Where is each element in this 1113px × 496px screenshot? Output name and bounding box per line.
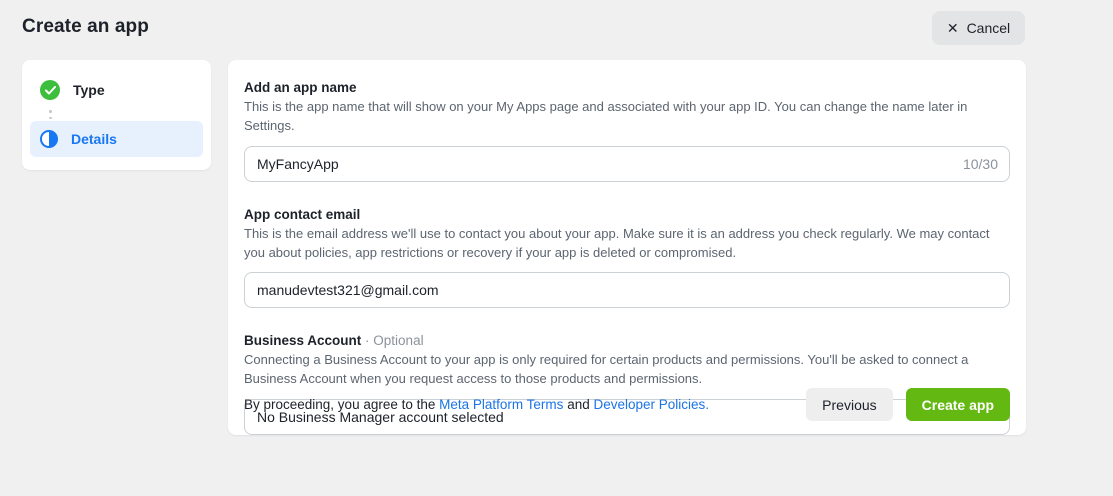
app-name-input[interactable] xyxy=(244,146,1010,182)
step-type[interactable]: Type xyxy=(30,72,203,108)
agreement-text: By proceeding, you agree to the Meta Pla… xyxy=(244,397,709,412)
contact-email-input-wrap xyxy=(244,272,1010,308)
app-name-input-wrap: 10/30 xyxy=(244,146,1010,182)
app-name-char-counter: 10/30 xyxy=(963,146,998,182)
developer-policies-link[interactable]: Developer Policies. xyxy=(593,397,709,412)
business-account-optional-label: · Optional xyxy=(365,333,424,348)
step-type-label: Type xyxy=(73,82,105,98)
contact-email-section: App contact email This is the email addr… xyxy=(244,207,1010,309)
business-account-label: Business Account · Optional xyxy=(244,333,1010,348)
close-icon: ✕ xyxy=(947,21,959,35)
app-name-description: This is the app name that will show on y… xyxy=(244,98,1010,136)
page-title: Create an app xyxy=(22,16,149,38)
half-circle-progress-icon xyxy=(40,130,58,148)
create-app-button[interactable]: Create app xyxy=(906,388,1010,421)
cancel-button[interactable]: ✕ Cancel xyxy=(932,11,1025,45)
previous-button[interactable]: Previous xyxy=(806,388,892,421)
app-name-section: Add an app name This is the app name tha… xyxy=(244,80,1010,182)
agreement-prefix: By proceeding, you agree to the xyxy=(244,397,439,412)
agreement-middle: and xyxy=(563,397,593,412)
meta-platform-terms-link[interactable]: Meta Platform Terms xyxy=(439,397,563,412)
cancel-button-label: Cancel xyxy=(967,20,1011,36)
contact-email-input[interactable] xyxy=(244,272,1010,308)
stepper-sidebar: Type Details xyxy=(22,60,211,170)
details-form-card: Add an app name This is the app name tha… xyxy=(228,60,1026,435)
contact-email-label: App contact email xyxy=(244,207,1010,222)
step-connector-dots xyxy=(49,108,203,121)
step-details-label: Details xyxy=(71,131,117,147)
step-details[interactable]: Details xyxy=(30,121,203,157)
create-app-page: Create an app ✕ Cancel Type Details Add … xyxy=(0,0,1113,496)
app-name-label: Add an app name xyxy=(244,80,1010,95)
business-account-description: Connecting a Business Account to your ap… xyxy=(244,351,1010,389)
footer-buttons: Previous Create app xyxy=(806,388,1010,421)
contact-email-description: This is the email address we'll use to c… xyxy=(244,225,1010,263)
form-footer: By proceeding, you agree to the Meta Pla… xyxy=(244,388,1010,421)
business-account-label-text: Business Account xyxy=(244,333,361,348)
check-circle-icon xyxy=(40,80,60,100)
